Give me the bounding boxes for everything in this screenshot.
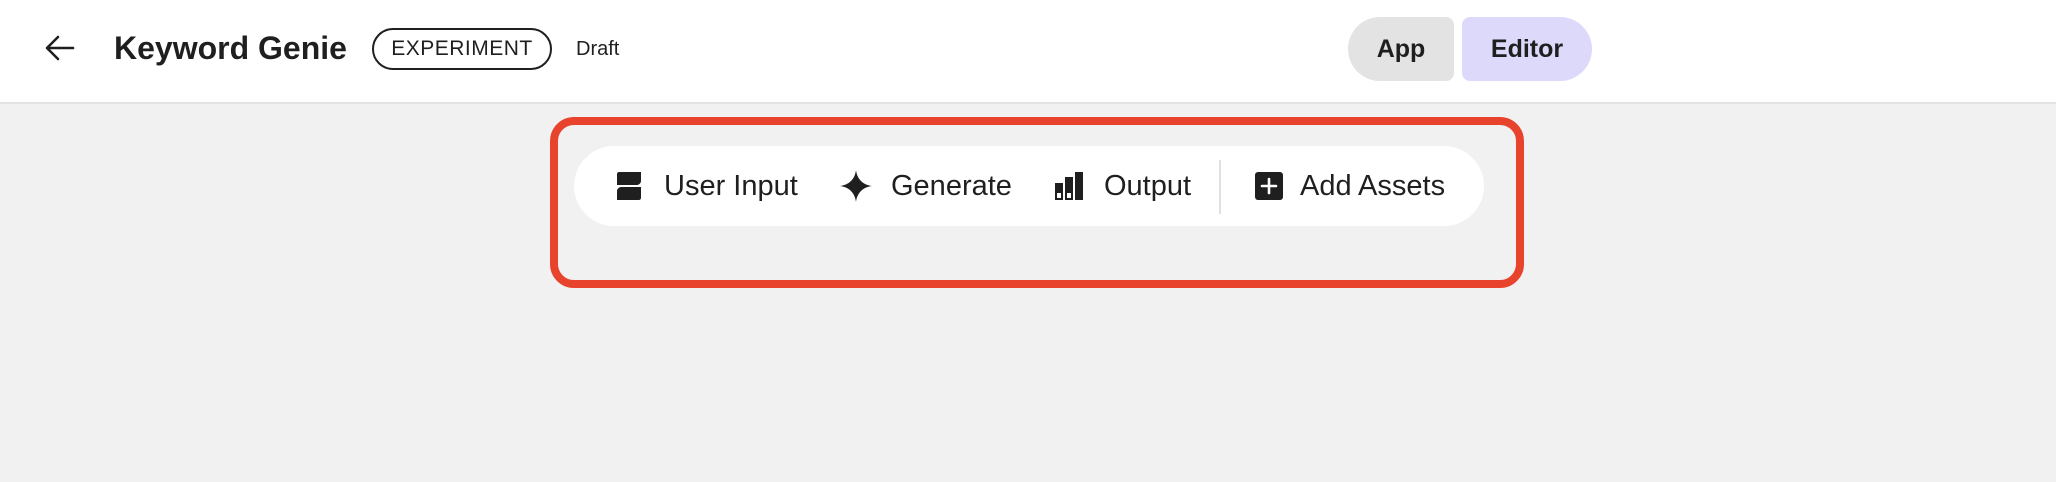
- node-toolbar: User Input Generate Output Add Assets: [574, 146, 1484, 226]
- output-label: Output: [1104, 169, 1192, 202]
- sparkle-icon: [840, 170, 872, 202]
- generate-label: Generate: [891, 169, 1012, 202]
- editor-mode-button[interactable]: Editor: [1462, 17, 1592, 81]
- top-bar: Keyword Genie EXPERIMENT Draft App Edito…: [0, 0, 2056, 104]
- user-input-label: User Input: [664, 169, 798, 202]
- toolbar-divider: [1219, 160, 1221, 214]
- generate-button[interactable]: Generate: [839, 146, 1012, 226]
- add-assets-label: Add Assets: [1300, 169, 1446, 202]
- back-button[interactable]: [40, 28, 80, 68]
- add-assets-button[interactable]: Add Assets: [1254, 146, 1445, 226]
- page-title: Keyword Genie: [114, 30, 347, 66]
- user-input-icon: [617, 172, 641, 200]
- add-box-icon: [1255, 172, 1283, 200]
- experiment-badge: EXPERIMENT: [372, 28, 552, 70]
- status-label: Draft: [576, 38, 620, 60]
- arrow-left-icon: [45, 35, 75, 61]
- output-icon: [1055, 172, 1083, 200]
- user-input-button[interactable]: User Input: [614, 146, 798, 226]
- output-button[interactable]: Output: [1054, 146, 1191, 226]
- app-mode-button[interactable]: App: [1348, 17, 1454, 81]
